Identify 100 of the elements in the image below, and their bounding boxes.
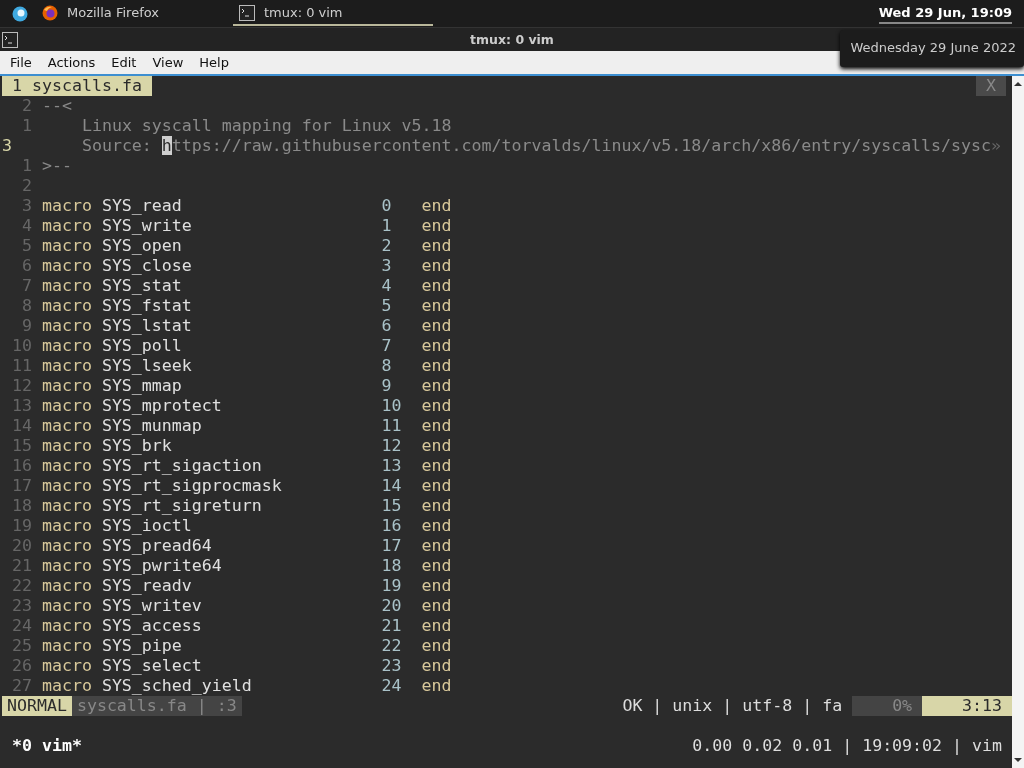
number-literal: 13	[381, 456, 403, 476]
keyword: macro	[41, 376, 92, 396]
menu-item[interactable]: File	[2, 55, 40, 70]
macro-name: SYS_sched_yield	[101, 676, 253, 696]
macro-name: SYS_access	[101, 616, 203, 636]
number-literal: 5	[381, 296, 393, 316]
comment-text: Source: https://raw.githubusercontent.com/torvalds/linux/v5.18/arch/x86/entry/syscalls/sysc	[80, 136, 992, 156]
macro-name: SYS_lseek	[101, 356, 193, 376]
number-literal: 23	[381, 656, 403, 676]
line-number: 1	[20, 116, 32, 136]
number-literal: 1	[381, 216, 393, 236]
keyword: end	[421, 576, 452, 596]
line-number: 27	[11, 676, 32, 696]
line-number: 3	[2, 136, 13, 156]
terminal-icon[interactable]	[2, 31, 18, 48]
line-number: 18	[11, 496, 32, 516]
app-menu-icon[interactable]	[12, 5, 28, 22]
tmux-status: 0.00 0.02 0.01 | 19:09:02 | vim	[692, 736, 1003, 756]
keyword: macro	[41, 416, 92, 436]
fold-marker: --<	[41, 96, 72, 116]
line-number: 5	[20, 236, 32, 256]
line-number: 2	[20, 176, 32, 196]
number-literal: 11	[381, 416, 403, 436]
line-number: 15	[11, 436, 32, 456]
keyword: end	[421, 516, 452, 536]
number-literal: 22	[381, 636, 403, 656]
keyword: end	[421, 276, 452, 296]
keyword: macro	[41, 656, 92, 676]
overflow-marker: »	[991, 136, 1002, 156]
line-number: 8	[20, 296, 32, 316]
line-number: 23	[11, 596, 32, 616]
macro-name: SYS_poll	[101, 336, 183, 356]
keyword: macro	[41, 636, 92, 656]
date-tooltip: Wednesday 29 June 2022	[840, 30, 1024, 67]
keyword: end	[421, 596, 452, 616]
number-literal: 12	[381, 436, 403, 456]
line-number: 24	[11, 616, 32, 636]
keyword: end	[421, 356, 452, 376]
window-title: tmux: 0 vim	[470, 32, 554, 47]
keyword: macro	[41, 576, 92, 596]
number-literal: 15	[381, 496, 403, 516]
macro-name: SYS_mprotect	[101, 396, 223, 416]
keyword: macro	[41, 236, 92, 256]
scroll-percent: 0%	[852, 696, 923, 716]
line-number: 13	[11, 396, 32, 416]
number-literal: 19	[381, 576, 403, 596]
scroll-up-icon[interactable]	[1013, 80, 1023, 88]
scrollbar[interactable]	[1012, 76, 1024, 768]
number-literal: 7	[381, 336, 393, 356]
macro-name: SYS_open	[101, 236, 183, 256]
taskbar-item[interactable]: Mozilla Firefox	[36, 1, 165, 26]
line-number: 7	[20, 276, 32, 296]
macro-name: SYS_ioctl	[101, 516, 193, 536]
status-filename: syscalls.fa | :3	[71, 696, 242, 716]
keyword: end	[421, 256, 452, 276]
keyword: macro	[41, 456, 92, 476]
macro-name: SYS_close	[101, 256, 193, 276]
menu-item[interactable]: Edit	[103, 55, 145, 70]
keyword: end	[421, 456, 452, 476]
keyword: macro	[41, 616, 92, 636]
macro-name: SYS_select	[101, 656, 203, 676]
number-literal: 0	[381, 196, 393, 216]
keyword: macro	[41, 336, 92, 356]
line-number: 17	[11, 476, 32, 496]
clock[interactable]: Wed 29 Jun, 19:09	[878, 3, 1012, 24]
line-number: 21	[11, 556, 32, 576]
menu-item[interactable]: Help	[191, 55, 237, 70]
menu-item[interactable]: Actions	[39, 55, 104, 70]
fold-marker: >--	[41, 156, 72, 176]
macro-name: SYS_writev	[101, 596, 203, 616]
keyword: macro	[41, 396, 92, 416]
line-number: 10	[11, 336, 32, 356]
line-number: 25	[11, 636, 32, 656]
keyword: macro	[41, 276, 92, 296]
number-literal: 20	[381, 596, 403, 616]
number-literal: 6	[381, 316, 393, 336]
buffer-tab[interactable]: 1 syscalls.fa	[2, 76, 152, 96]
keyword: macro	[41, 356, 92, 376]
number-literal: 24	[381, 676, 403, 696]
line-number: 20	[11, 536, 32, 556]
tmux-window[interactable]: *0 vim*	[2, 736, 82, 756]
keyword: end	[421, 616, 452, 636]
keyword: end	[421, 476, 452, 496]
scroll-down-icon[interactable]	[1013, 756, 1023, 764]
keyword: macro	[41, 196, 92, 216]
keyword: end	[421, 316, 452, 336]
terminal-icon	[238, 4, 255, 21]
comment-text: Linux syscall mapping for Linux v5.18	[80, 116, 452, 136]
macro-name: SYS_rt_sigprocmask	[101, 476, 283, 496]
menu-item[interactable]: View	[144, 55, 192, 70]
keyword: end	[421, 336, 452, 356]
number-literal: 18	[381, 556, 403, 576]
file-info: OK | unix | utf-8 | fa	[622, 696, 844, 716]
keyword: end	[421, 196, 452, 216]
number-literal: 16	[381, 516, 403, 536]
macro-name: SYS_write	[101, 216, 193, 236]
keyword: end	[421, 416, 452, 436]
keyword: end	[421, 556, 452, 576]
macro-name: SYS_pread64	[101, 536, 213, 556]
keyword: macro	[41, 556, 92, 576]
